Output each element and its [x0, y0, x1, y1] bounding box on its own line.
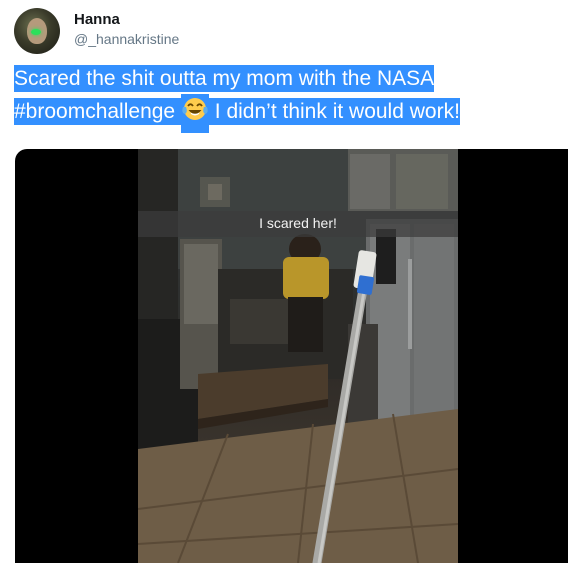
display-name[interactable]: Hanna [74, 11, 120, 28]
avatar-glow [31, 29, 41, 35]
video-frame[interactable]: I scared her! [138, 149, 458, 563]
snap-caption-bar: I scared her! [138, 211, 458, 237]
hashtag-link[interactable]: #broomchallenge [14, 98, 176, 125]
tweet-text: Scared the shit outta my mom with the NA… [14, 64, 554, 133]
face-with-tears-of-joy-emoji [180, 94, 209, 133]
tweet: Hanna @_hannakristine Scared the shit ou… [0, 0, 568, 563]
tweet-text-line1: Scared the shit outta my mom with the NA… [14, 65, 435, 92]
tweet-text-line2: I didn’t think it would work! [214, 98, 460, 125]
avatar[interactable] [14, 8, 60, 54]
snap-caption: I scared her! [259, 215, 337, 231]
user-handle[interactable]: @_hannakristine [74, 31, 179, 47]
video-player[interactable]: I scared her! [15, 149, 568, 563]
